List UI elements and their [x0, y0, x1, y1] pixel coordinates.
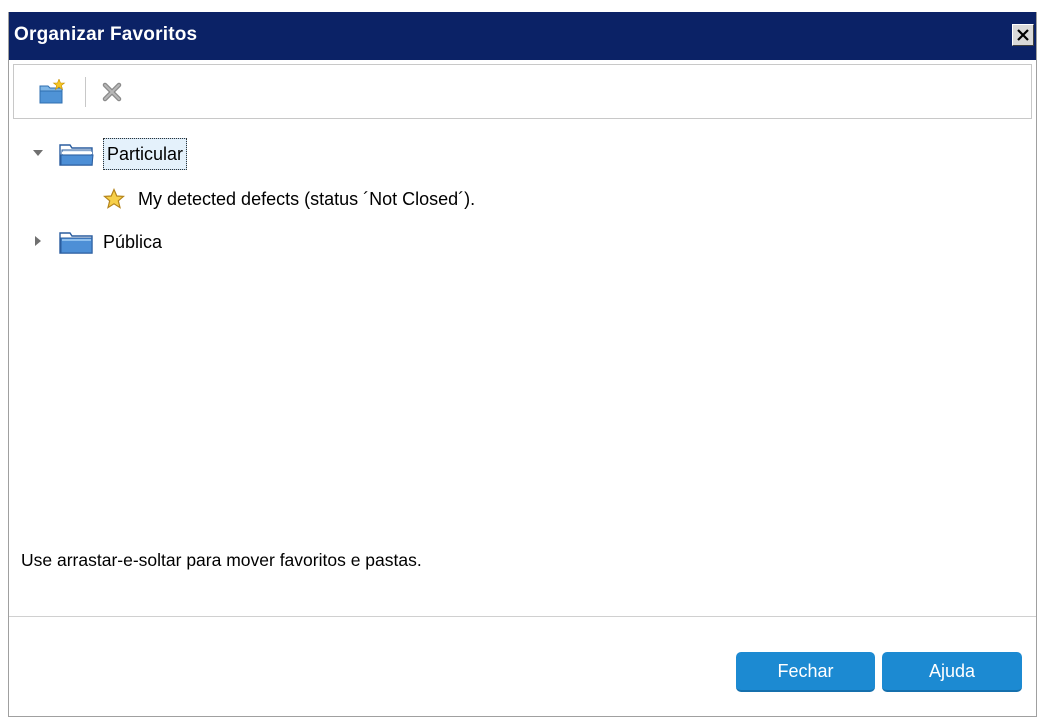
triangle-down-icon	[33, 150, 43, 156]
delete-icon	[102, 82, 122, 102]
tree-item-particular[interactable]: Particular	[59, 132, 188, 176]
folder-icon	[59, 232, 93, 254]
expand-toggle-publica[interactable]	[33, 236, 43, 246]
title-bar[interactable]: Organizar Favoritos	[9, 12, 1036, 60]
star-icon	[103, 188, 125, 209]
tree-item-label: My detected defects (status ´Not Closed´…	[138, 189, 476, 209]
tree-item-label: Particular	[103, 138, 188, 170]
tree-item-publica[interactable]: Pública	[59, 220, 165, 264]
close-dialog-button[interactable]: Fechar	[736, 652, 875, 692]
close-icon	[1017, 29, 1029, 41]
tree-item-label: Pública	[103, 232, 163, 252]
open-folder-icon	[59, 144, 94, 166]
collapse-toggle-particular[interactable]	[33, 148, 43, 158]
triangle-right-icon	[35, 236, 41, 246]
organize-favorites-dialog: Organizar Favoritos Particular My detect…	[8, 12, 1037, 717]
dialog-title: Organizar Favoritos	[14, 24, 198, 45]
new-folder-button[interactable]	[38, 78, 66, 106]
footer-divider	[9, 616, 1036, 617]
favorites-tree: Particular My detected defects (status ´…	[9, 124, 1036, 544]
toolbar-separator	[85, 77, 86, 107]
help-button[interactable]: Ajuda	[882, 652, 1022, 692]
tree-item-favorite[interactable]: My detected defects (status ´Not Closed´…	[103, 177, 478, 221]
drag-drop-hint: Use arrastar-e-soltar para mover favorit…	[21, 550, 422, 570]
close-button[interactable]	[1012, 24, 1034, 46]
new-folder-icon	[39, 79, 66, 104]
delete-button[interactable]	[98, 78, 126, 106]
toolbar	[13, 64, 1032, 119]
